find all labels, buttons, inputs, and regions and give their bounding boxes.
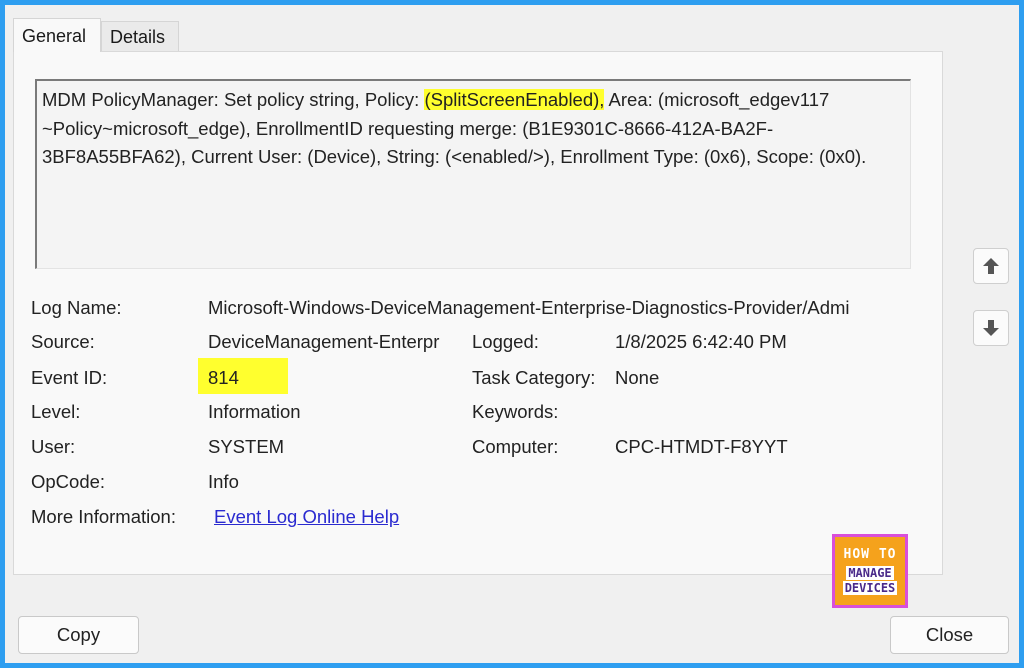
logo-line-2: MANAGE [846, 566, 894, 580]
logo-line-1: HOW TO [843, 547, 897, 562]
task-category-label: Task Category: [472, 367, 596, 388]
logged-value: 1/8/2025 6:42:40 PM [615, 331, 787, 352]
tab-details[interactable]: Details [101, 21, 179, 52]
event-properties-window: General Details MDM PolicyManager: Set p… [5, 5, 1019, 663]
level-value: Information [208, 401, 301, 422]
how-to-manage-devices-logo: HOW TO MANAGE DEVICES [832, 534, 908, 608]
user-label: User: [31, 436, 76, 457]
source-label: Source: [31, 331, 95, 352]
log-name-value: Microsoft-Windows-DeviceManagement-Enter… [208, 297, 850, 318]
opcode-label: OpCode: [31, 471, 106, 492]
task-category-value: None [615, 367, 660, 388]
log-name-label: Log Name: [31, 297, 122, 318]
arrow-down-icon [983, 320, 999, 336]
opcode-value: Info [208, 471, 239, 492]
logged-label: Logged: [472, 331, 539, 352]
computer-label: Computer: [472, 436, 559, 457]
description-text-1: MDM PolicyManager: Set policy string, Po… [42, 89, 425, 110]
previous-event-button[interactable] [973, 248, 1009, 284]
level-label: Level: [31, 401, 81, 422]
event-id-value: 814 [208, 367, 239, 388]
copy-button[interactable]: Copy [18, 616, 139, 654]
more-info-label: More Information: [31, 506, 176, 527]
tab-general[interactable]: General [13, 18, 101, 52]
arrow-up-icon [983, 258, 999, 274]
source-value: DeviceManagement-Enterpr [208, 331, 440, 352]
close-button[interactable]: Close [890, 616, 1009, 654]
event-id-label: Event ID: [31, 367, 108, 388]
event-log-online-help-link[interactable]: Event Log Online Help [214, 505, 399, 529]
keywords-label: Keywords: [472, 401, 559, 422]
event-description[interactable]: MDM PolicyManager: Set policy string, Po… [35, 79, 911, 269]
computer-value: CPC-HTMDT-F8YYT [615, 436, 788, 457]
logo-line-3: DEVICES [842, 581, 898, 595]
user-value: SYSTEM [208, 436, 285, 457]
next-event-button[interactable] [973, 310, 1009, 346]
policy-highlight: (SplitScreenEnabled), [424, 89, 605, 110]
